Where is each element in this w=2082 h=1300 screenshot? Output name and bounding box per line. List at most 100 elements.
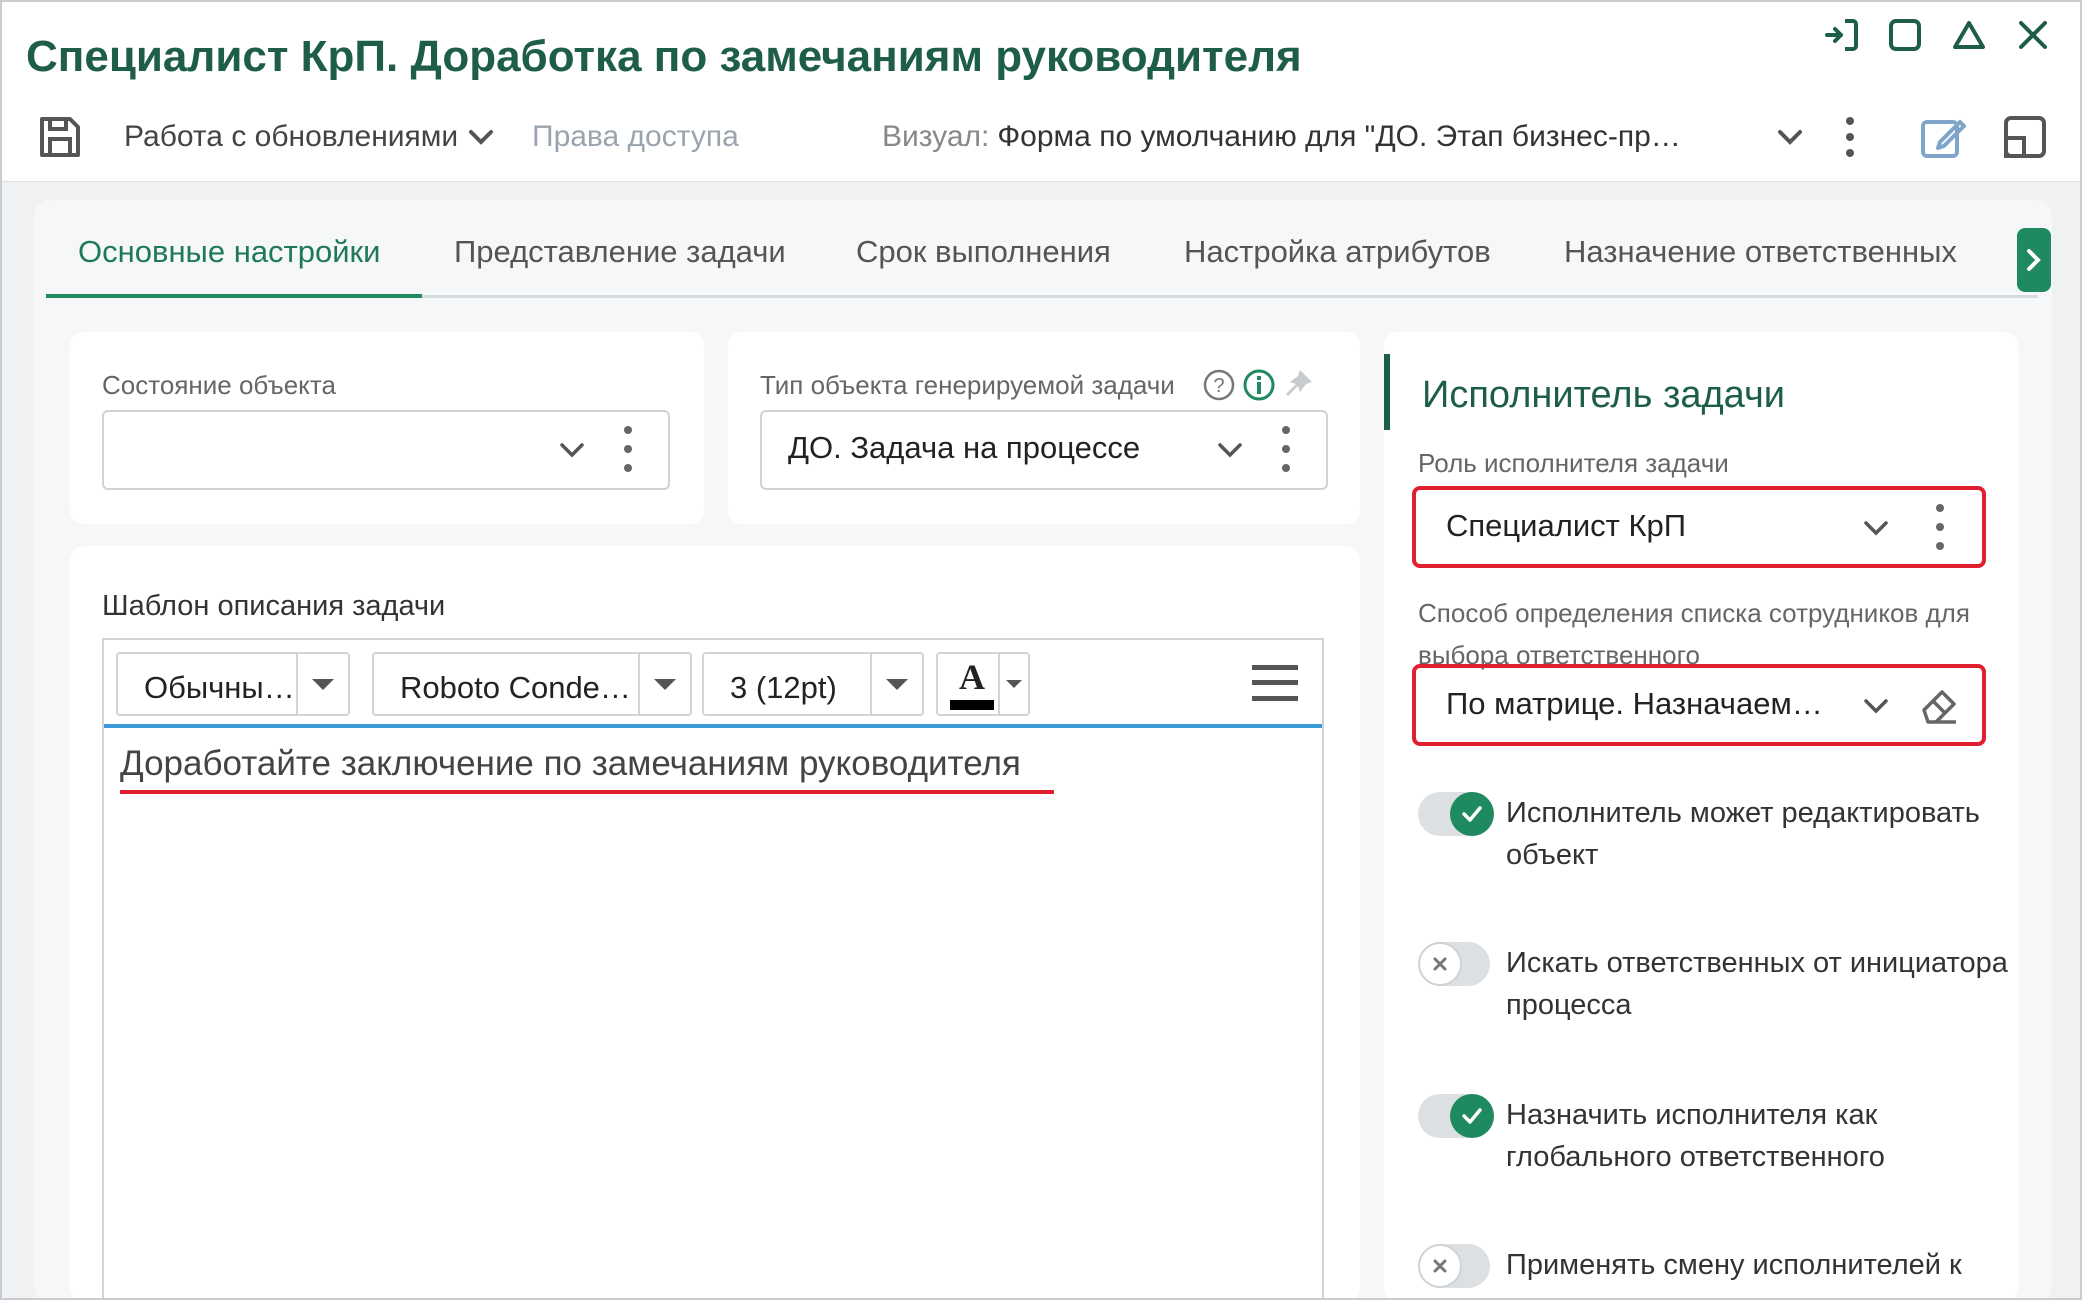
editor-toolbar: Обычны… Roboto Conde… 3 (12pt) A xyxy=(104,640,1322,728)
toggle-search-from-initiator[interactable]: Искать ответственных от инициатора проце… xyxy=(1418,942,2038,1032)
maximize-icon[interactable] xyxy=(1882,12,1928,58)
dropdown-arrow-icon xyxy=(998,654,1028,714)
role-menu-icon[interactable] xyxy=(1934,504,1946,550)
tab-bar: Основные настройки Представление задачи … xyxy=(46,212,2038,298)
toggle-knob xyxy=(1450,792,1494,836)
task-type-select[interactable]: ДО. Задача на процессе xyxy=(760,410,1328,490)
object-state-select[interactable] xyxy=(102,410,670,490)
paragraph-style-select[interactable]: Обычны… xyxy=(116,652,350,716)
toggle-can-edit-object[interactable]: Исполнитель может редактировать объект xyxy=(1418,792,2038,882)
chevron-right-icon xyxy=(2027,249,2041,271)
edit-icon xyxy=(1921,120,1966,158)
layout-icon xyxy=(2004,116,2046,158)
object-state-card: Состояние объекта xyxy=(70,332,704,524)
pin-icon[interactable] xyxy=(1280,366,1316,402)
check-icon xyxy=(1462,1108,1482,1124)
visual-selector[interactable]: Визуал: Форма по умолчанию для "ДО. Этап… xyxy=(882,107,1807,167)
edit-button[interactable] xyxy=(1918,107,1968,167)
close-icon[interactable] xyxy=(2010,12,2056,58)
updates-menu[interactable]: Работа с обновлениями xyxy=(124,107,498,167)
toggle-knob xyxy=(1418,942,1462,986)
executor-section-title: Исполнитель задачи xyxy=(1422,374,1786,416)
visual-value: Форма по умолчанию для "ДО. Этап бизнес-… xyxy=(997,120,1681,153)
app-window: Специалист КрП. Доработка по замечаниям … xyxy=(0,0,2082,1300)
task-type-card: Тип объекта генерируемой задачи ? ДО. За… xyxy=(728,332,1360,524)
font-family-select[interactable]: Roboto Conde… xyxy=(372,652,692,716)
page-title: Специалист КрП. Доработка по замечаниям … xyxy=(26,32,1302,81)
chevron-down-icon xyxy=(1778,130,1803,145)
font-color-swatch xyxy=(950,700,994,710)
chevron-down-icon xyxy=(1864,521,1888,536)
role-value: Специалист КрП xyxy=(1446,508,1687,543)
paragraph-style-value: Обычны… xyxy=(144,670,295,705)
chevron-down-icon xyxy=(1864,699,1888,714)
updates-menu-label: Работа с обновлениями xyxy=(124,120,459,153)
method-select[interactable]: По матрице. Назначаем… xyxy=(1420,672,1978,738)
undock-icon[interactable] xyxy=(1818,12,1864,58)
font-family-value: Roboto Conde… xyxy=(400,670,631,705)
access-rights-link[interactable]: Права доступа xyxy=(532,107,739,167)
help-icon[interactable]: ? xyxy=(1202,368,1236,402)
x-icon xyxy=(1433,957,1447,971)
toggle-switch[interactable] xyxy=(1418,942,1490,986)
collapse-icon[interactable] xyxy=(1946,12,1992,58)
task-type-menu-icon[interactable] xyxy=(1280,426,1292,472)
role-label: Роль исполнителя задачи xyxy=(1418,448,1729,478)
chevron-down-icon xyxy=(560,443,584,458)
x-icon xyxy=(1433,1259,1447,1273)
object-state-label: Состояние объекта xyxy=(102,370,336,400)
toggle-knob xyxy=(1450,1094,1494,1138)
kebab-icon xyxy=(1846,117,1854,157)
dropdown-arrow-icon xyxy=(296,654,348,714)
method-value: По матрице. Назначаем… xyxy=(1446,686,1823,721)
toggle-switch[interactable] xyxy=(1418,792,1494,836)
layout-button[interactable] xyxy=(2002,107,2048,167)
task-type-value: ДО. Задача на процессе xyxy=(788,430,1141,465)
save-button[interactable] xyxy=(36,107,84,167)
toggle-label: Применять смену исполнителей к xyxy=(1506,1249,1962,1281)
window-controls xyxy=(1818,12,2056,58)
visual-label: Визуал: xyxy=(882,120,990,153)
more-menu-button[interactable] xyxy=(1846,107,1854,167)
check-icon xyxy=(1462,806,1482,822)
rich-text-editor: Обычны… Roboto Conde… 3 (12pt) A Доработ… xyxy=(102,638,1324,1298)
task-type-label: Тип объекта генерируемой задачи xyxy=(760,370,1175,400)
editor-menu-icon[interactable] xyxy=(1252,660,1298,706)
chevron-down-icon xyxy=(1218,443,1242,458)
font-color-icon: A xyxy=(959,657,985,697)
save-icon xyxy=(40,117,80,157)
tab-main-settings[interactable]: Основные настройки xyxy=(78,234,380,270)
eraser-icon[interactable] xyxy=(1916,682,1962,728)
highlight-underline xyxy=(120,790,1054,794)
tab-assignment[interactable]: Назначение ответственных xyxy=(1564,234,1957,270)
toggle-label: Назначить исполнителя как глобального от… xyxy=(1506,1099,1885,1173)
dropdown-arrow-icon xyxy=(638,654,690,714)
font-size-value: 3 (12pt) xyxy=(730,670,837,705)
object-state-menu-icon[interactable] xyxy=(622,426,634,472)
toggle-global-responsible[interactable]: Назначить исполнителя как глобального от… xyxy=(1418,1094,2038,1184)
toggle-switch[interactable] xyxy=(1418,1094,1494,1138)
toggle-switch[interactable] xyxy=(1418,1244,1490,1288)
toggle-label: Исполнитель может редактировать объект xyxy=(1506,797,1980,871)
dropdown-arrow-icon xyxy=(870,654,922,714)
info-icon[interactable] xyxy=(1242,368,1276,402)
font-color-button[interactable]: A xyxy=(936,652,1030,716)
toggle-apply-executor-change[interactable]: Применять смену исполнителей к xyxy=(1418,1244,2038,1294)
svg-text:?: ? xyxy=(1213,375,1224,397)
tab-deadline[interactable]: Срок выполнения xyxy=(856,234,1111,270)
access-rights-label: Права доступа xyxy=(532,120,739,153)
toggle-label: Искать ответственных от инициатора проце… xyxy=(1506,947,2008,1021)
editor-content[interactable]: Доработайте заключение по замечаниям рук… xyxy=(120,744,1021,784)
tab-task-view[interactable]: Представление задачи xyxy=(454,234,786,270)
active-tab-indicator xyxy=(46,294,422,298)
chevron-down-icon xyxy=(469,130,494,145)
toolbar: Работа с обновлениями Права доступа Визу… xyxy=(2,107,2080,167)
tab-attributes[interactable]: Настройка атрибутов xyxy=(1184,234,1491,270)
template-label: Шаблон описания задачи xyxy=(102,590,446,622)
section-accent-bar xyxy=(1384,354,1390,430)
role-select[interactable]: Специалист КрП xyxy=(1420,494,1978,560)
toggle-knob xyxy=(1418,1244,1462,1288)
font-size-select[interactable]: 3 (12pt) xyxy=(702,652,924,716)
tabs-scroll-right-button[interactable] xyxy=(2017,228,2051,292)
header: Специалист КрП. Доработка по замечаниям … xyxy=(2,2,2080,182)
